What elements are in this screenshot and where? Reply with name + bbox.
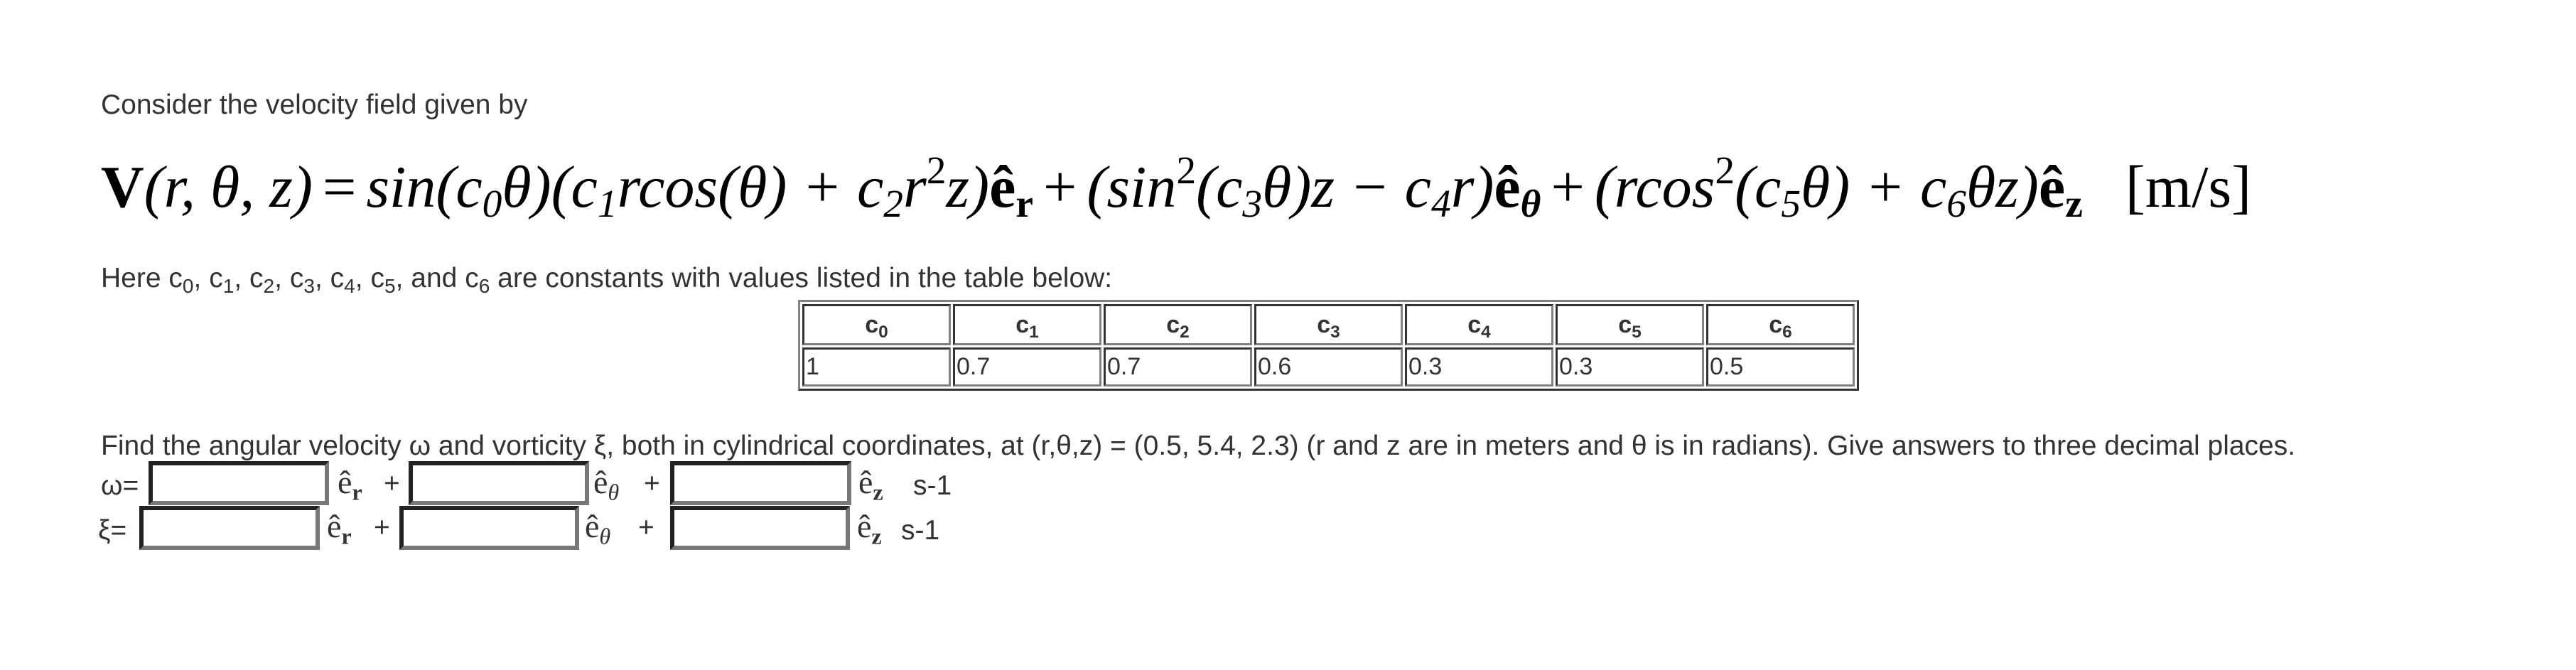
value-c6: 0.5 <box>1706 347 1855 387</box>
velocity-units: [m/s] <box>2125 154 2252 220</box>
xi-units: s-1 <box>901 515 940 546</box>
omega-plus-1: + <box>384 468 400 499</box>
velocity-vector-symbol: V <box>101 154 144 220</box>
header-c1: c1 <box>953 304 1101 345</box>
constant-c5: c5, <box>370 263 404 297</box>
plus-sign: + <box>1043 154 1077 220</box>
header-c6: c6 <box>1706 304 1855 345</box>
term-theta: (sin2(c3θ)z − c4r) <box>1087 148 1494 225</box>
value-c1: 0.7 <box>953 347 1101 387</box>
omega-theta-input[interactable] <box>409 461 589 505</box>
xi-theta-input[interactable] <box>399 506 579 550</box>
header-c4: c4 <box>1405 304 1553 345</box>
term-z: (rcos2(c5θ) + c6θz) <box>1594 148 2039 225</box>
xi-er-unit: êr <box>327 508 352 549</box>
unit-vector-er: êr <box>989 154 1033 225</box>
constant-c0: c0, <box>168 263 202 297</box>
term-r: sin(c0θ)(c1rcos(θ) + c2r2z) <box>366 148 990 225</box>
omega-r-input[interactable] <box>149 461 329 505</box>
header-c0: c0 <box>802 304 951 345</box>
intro-text: Consider the velocity field given by <box>101 90 528 120</box>
unit-vector-ez: êz <box>2038 154 2083 225</box>
omega-z-input[interactable] <box>670 461 851 505</box>
constants-header-row: c0 c1 c2 c3 c4 c5 c6 <box>802 304 1855 345</box>
plus-sign: + <box>1551 154 1585 220</box>
unit-vector-etheta: êθ <box>1494 154 1541 225</box>
velocity-field-equation: V(r, θ, z) = sin(c0θ)(c1rcos(θ) + c2r2z)êr… <box>101 151 2251 224</box>
value-c0: 1 <box>802 347 951 387</box>
constant-c4: c4, <box>330 263 363 297</box>
xi-z-input[interactable] <box>670 506 850 550</box>
omega-plus-2: + <box>644 468 660 499</box>
value-c3: 0.6 <box>1254 347 1403 387</box>
xi-etheta-unit: êθ <box>585 508 611 549</box>
xi-plus-2: + <box>638 512 654 543</box>
header-c5: c5 <box>1556 304 1704 345</box>
omega-er-unit: êr <box>338 464 362 505</box>
omega-label: ω= <box>101 470 139 501</box>
header-c3: c3 <box>1254 304 1403 345</box>
velocity-arguments: (r, θ, z) <box>144 154 313 220</box>
constants-table: c0 c1 c2 c3 c4 c5 c6 1 0.7 0.7 0.6 0.3 0… <box>798 300 1859 391</box>
omega-ez-unit: êz <box>858 464 883 505</box>
xi-plus-1: + <box>374 512 390 543</box>
value-c4: 0.3 <box>1405 347 1553 387</box>
omega-etheta-unit: êθ <box>593 464 620 505</box>
xi-r-input[interactable] <box>139 506 320 550</box>
constant-c2: c2, <box>249 263 282 297</box>
omega-units: s-1 <box>913 470 952 501</box>
xi-label: ξ= <box>98 515 127 546</box>
xi-ez-unit: êz <box>857 508 882 549</box>
constant-c3: c3, <box>289 263 323 297</box>
header-c2: c2 <box>1104 304 1252 345</box>
constant-c1: c1, <box>209 263 242 297</box>
value-c5: 0.3 <box>1556 347 1704 387</box>
equals-sign: = <box>322 154 357 220</box>
constants-sentence: Here c0, c1, c2, c3, c4, c5, and c6 are … <box>101 263 1113 297</box>
constant-c6: c6 <box>465 263 490 297</box>
question-text: Find the angular velocity ω and vorticit… <box>101 431 2296 461</box>
constants-value-row: 1 0.7 0.7 0.6 0.3 0.3 0.5 <box>802 347 1855 387</box>
value-c2: 0.7 <box>1104 347 1252 387</box>
